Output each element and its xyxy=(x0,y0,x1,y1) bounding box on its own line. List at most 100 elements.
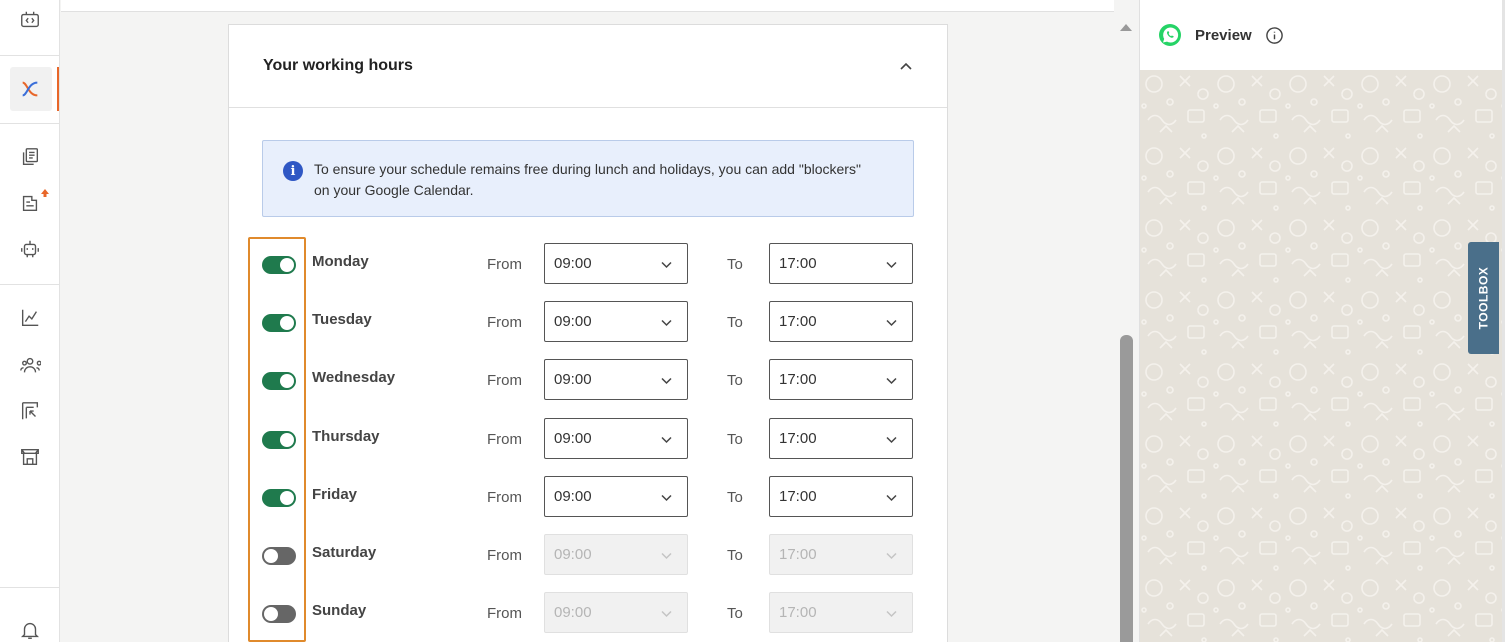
brand-x-icon[interactable] xyxy=(0,69,60,109)
day-row: Sunday From 09:00 To 17:00 xyxy=(229,592,949,634)
left-sidebar xyxy=(0,0,60,642)
toggle-knob xyxy=(280,433,294,447)
from-time-value: 09:00 xyxy=(554,488,592,505)
from-time-select[interactable]: 09:00 xyxy=(544,476,688,517)
sidebar-divider xyxy=(0,55,60,56)
info-banner: i To ensure your schedule remains free d… xyxy=(262,140,914,217)
day-toggle[interactable] xyxy=(262,489,296,507)
to-label: To xyxy=(727,256,743,273)
toggle-knob xyxy=(280,258,294,272)
chevron-down-icon xyxy=(661,377,672,385)
day-label: Sunday xyxy=(312,602,367,619)
toggle-knob xyxy=(280,316,294,330)
from-time-select[interactable]: 09:00 xyxy=(544,418,688,459)
from-label: From xyxy=(487,489,522,506)
to-label: To xyxy=(727,547,743,564)
working-hours-card: Your working hours i To ensure your sche… xyxy=(228,24,948,642)
store-icon[interactable] xyxy=(0,437,60,477)
info-text: To ensure your schedule remains free dur… xyxy=(314,161,861,198)
day-label: Wednesday xyxy=(312,369,396,386)
from-label: From xyxy=(487,372,522,389)
sidebar-divider xyxy=(0,123,60,124)
whatsapp-icon xyxy=(1159,24,1181,46)
day-row: Friday From 09:00 To 17:00 xyxy=(229,476,949,518)
from-time-select[interactable]: 09:00 xyxy=(544,301,688,342)
inbox-upload-icon[interactable] xyxy=(0,183,60,223)
to-label: To xyxy=(727,489,743,506)
card-header[interactable]: Your working hours xyxy=(229,25,947,108)
to-time-select[interactable]: 17:00 xyxy=(769,534,913,575)
chevron-down-icon xyxy=(886,319,897,327)
day-label: Saturday xyxy=(312,544,377,561)
chevron-down-icon xyxy=(886,377,897,385)
to-label: To xyxy=(727,431,743,448)
top-strip xyxy=(61,0,1114,12)
chevron-down-icon xyxy=(886,610,897,618)
documents-icon[interactable] xyxy=(0,137,60,177)
to-time-select[interactable]: 17:00 xyxy=(769,301,913,342)
to-time-value: 17:00 xyxy=(779,546,817,563)
toggle-knob xyxy=(264,607,278,621)
notification-badge-icon xyxy=(41,189,49,197)
analytics-icon[interactable] xyxy=(0,298,60,338)
chevron-down-icon xyxy=(661,436,672,444)
to-time-select[interactable]: 17:00 xyxy=(769,418,913,459)
toggle-knob xyxy=(280,374,294,388)
chevron-down-icon xyxy=(886,494,897,502)
from-time-value: 09:00 xyxy=(554,255,592,272)
day-label: Tuesday xyxy=(312,311,372,328)
from-time-select[interactable]: 09:00 xyxy=(544,592,688,633)
toolbox-tab[interactable]: TOOLBOX xyxy=(1468,242,1499,354)
chevron-down-icon xyxy=(661,494,672,502)
preview-panel: Preview xyxy=(1139,0,1505,642)
from-time-value: 09:00 xyxy=(554,313,592,330)
day-toggle[interactable] xyxy=(262,256,296,274)
to-time-value: 17:00 xyxy=(779,313,817,330)
to-time-select[interactable]: 17:00 xyxy=(769,359,913,400)
from-time-value: 09:00 xyxy=(554,546,592,563)
day-row: Thursday From 09:00 To 17:00 xyxy=(229,418,949,460)
from-time-value: 09:00 xyxy=(554,430,592,447)
day-label: Monday xyxy=(312,253,369,270)
to-time-value: 17:00 xyxy=(779,604,817,621)
day-toggle[interactable] xyxy=(262,547,296,565)
bot-icon[interactable] xyxy=(0,229,60,269)
chevron-up-icon[interactable] xyxy=(899,59,913,73)
main-scrollbar[interactable] xyxy=(1114,12,1138,642)
from-label: From xyxy=(487,547,522,564)
from-time-select[interactable]: 09:00 xyxy=(544,243,688,284)
toggle-knob xyxy=(280,491,294,505)
card-title: Your working hours xyxy=(263,57,413,74)
day-toggle[interactable] xyxy=(262,605,296,623)
to-time-value: 17:00 xyxy=(779,488,817,505)
code-icon[interactable] xyxy=(0,0,60,40)
day-label: Friday xyxy=(312,486,358,503)
day-toggle[interactable] xyxy=(262,314,296,332)
info-outline-icon[interactable] xyxy=(1265,26,1284,45)
from-label: From xyxy=(487,314,522,331)
chevron-down-icon xyxy=(886,261,897,269)
from-time-select[interactable]: 09:00 xyxy=(544,359,688,400)
day-row: Tuesday From 09:00 To 17:00 xyxy=(229,301,949,343)
to-time-select[interactable]: 17:00 xyxy=(769,476,913,517)
scroll-up-arrow-icon[interactable] xyxy=(1120,24,1132,31)
day-row: Saturday From 09:00 To 17:00 xyxy=(229,534,949,576)
chevron-down-icon xyxy=(661,552,672,560)
contacts-icon[interactable] xyxy=(0,345,60,385)
bell-icon[interactable] xyxy=(0,610,60,642)
day-toggle[interactable] xyxy=(262,431,296,449)
sidebar-divider xyxy=(0,284,60,285)
to-time-select[interactable]: 17:00 xyxy=(769,592,913,633)
from-time-select[interactable]: 09:00 xyxy=(544,534,688,575)
chat-wallpaper xyxy=(1140,70,1502,642)
chevron-down-icon xyxy=(661,610,672,618)
preview-title: Preview xyxy=(1195,26,1252,44)
scrollbar-thumb[interactable] xyxy=(1120,335,1133,642)
to-time-select[interactable]: 17:00 xyxy=(769,243,913,284)
forms-icon[interactable] xyxy=(0,391,60,431)
day-label: Thursday xyxy=(312,428,380,445)
chevron-down-icon xyxy=(886,552,897,560)
sidebar-divider xyxy=(0,587,60,588)
day-toggle[interactable] xyxy=(262,372,296,390)
chevron-down-icon xyxy=(661,261,672,269)
